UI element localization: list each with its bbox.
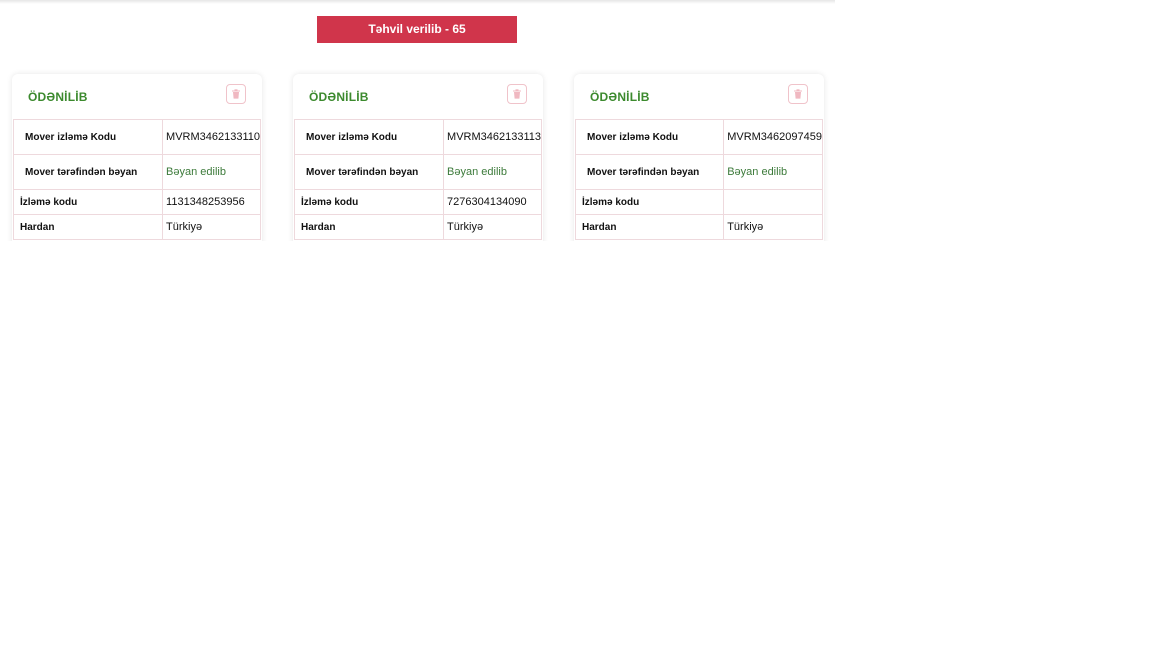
delivered-tab-button[interactable]: Təhvil verilib - 65 — [317, 16, 517, 43]
declaration-value: Bəyan edilib — [443, 154, 542, 190]
declaration-label: Mover tərəfindən bəyan — [12, 154, 164, 190]
origin-label: Hardan — [12, 214, 164, 240]
card-header: ÖDƏNİLİB — [293, 74, 543, 118]
table-row: Hardan Türkiyə — [12, 214, 261, 240]
origin-value: Türkiyə — [443, 214, 542, 240]
declaration-value: Bəyan edilib — [723, 154, 823, 190]
origin-value: Türkiyə — [723, 214, 823, 240]
order-details-table: Mover izləmə Kodu MVRM3462133110 Mover t… — [12, 119, 261, 240]
origin-label: Hardan — [293, 214, 445, 240]
card-header: ÖDƏNİLİB — [12, 74, 262, 118]
origin-value: Türkiyə — [162, 214, 261, 240]
payment-status-label: ÖDƏNİLİB — [28, 90, 88, 104]
tracking-code-value — [723, 189, 823, 215]
top-bar-shadow — [0, 0, 835, 4]
mover-tracking-code-value: MVRM3462097459 — [723, 119, 823, 155]
tracking-code-label: İzləmə kodu — [293, 189, 445, 215]
order-details-table: Mover izləmə Kodu MVRM3462133113 Mover t… — [293, 119, 542, 240]
table-row: Hardan Türkiyə — [293, 214, 542, 240]
card-header: ÖDƏNİLİB — [574, 74, 824, 118]
table-row: İzləmə kodu 1131348253956 — [12, 189, 261, 215]
declaration-value: Bəyan edilib — [162, 154, 261, 190]
delete-button[interactable] — [788, 84, 808, 104]
mover-tracking-code-label: Mover izləmə Kodu — [293, 119, 445, 155]
declaration-label: Mover tərəfindən bəyan — [574, 154, 725, 190]
trash-icon — [794, 89, 802, 99]
delete-button[interactable] — [226, 84, 246, 104]
order-details-table: Mover izləmə Kodu MVRM3462097459 Mover t… — [574, 119, 823, 240]
delete-button[interactable] — [507, 84, 527, 104]
table-row: Mover izləmə Kodu MVRM3462133113 — [293, 119, 542, 155]
table-row: İzləmə kodu — [574, 189, 823, 215]
table-row: Mover izləmə Kodu MVRM3462097459 — [574, 119, 823, 155]
order-card: ÖDƏNİLİB Mover izləmə Kodu MVRM346209745… — [574, 74, 824, 241]
table-row: Mover tərəfindən bəyan Bəyan edilib — [293, 154, 542, 190]
mover-tracking-code-value: MVRM3462133113 — [443, 119, 542, 155]
table-row: Mover tərəfindən bəyan Bəyan edilib — [574, 154, 823, 190]
orders-list: ÖDƏNİLİB Mover izləmə Kodu MVRM346213311… — [0, 60, 835, 241]
tracking-code-value: 1131348253956 — [162, 189, 261, 215]
origin-label: Hardan — [574, 214, 725, 240]
table-row: Mover tərəfindən bəyan Bəyan edilib — [12, 154, 261, 190]
declaration-label: Mover tərəfindən bəyan — [293, 154, 445, 190]
table-row: Mover izləmə Kodu MVRM3462133110 — [12, 119, 261, 155]
trash-icon — [513, 89, 521, 99]
payment-status-label: ÖDƏNİLİB — [309, 90, 369, 104]
mover-tracking-code-value: MVRM3462133110 — [162, 119, 261, 155]
table-row: Hardan Türkiyə — [574, 214, 823, 240]
tracking-code-value: 7276304134090 — [443, 189, 542, 215]
tracking-code-label: İzləmə kodu — [574, 189, 725, 215]
order-card: ÖDƏNİLİB Mover izləmə Kodu MVRM346213311… — [12, 74, 262, 241]
trash-icon — [232, 89, 240, 99]
table-row: İzləmə kodu 7276304134090 — [293, 189, 542, 215]
payment-status-label: ÖDƏNİLİB — [590, 90, 650, 104]
order-card: ÖDƏNİLİB Mover izləmə Kodu MVRM346213311… — [293, 74, 543, 241]
mover-tracking-code-label: Mover izləmə Kodu — [12, 119, 164, 155]
mover-tracking-code-label: Mover izləmə Kodu — [574, 119, 725, 155]
tracking-code-label: İzləmə kodu — [12, 189, 164, 215]
